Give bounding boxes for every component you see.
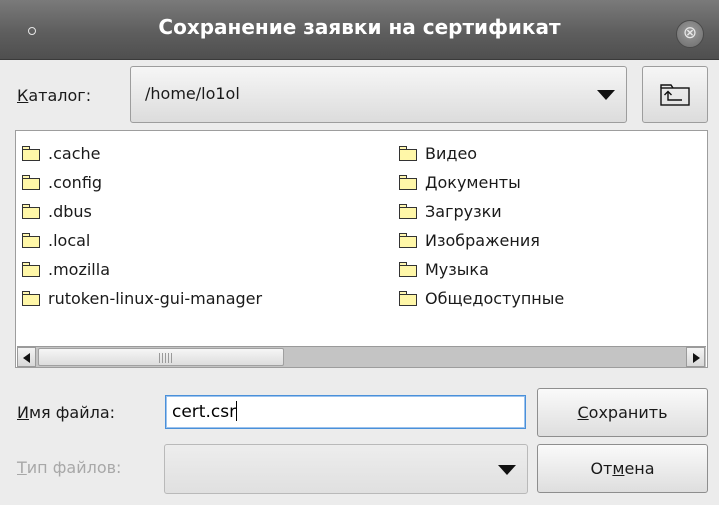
arrow-right-icon bbox=[693, 353, 700, 363]
folder-label-rest: аталог: bbox=[28, 86, 92, 105]
parent-folder-button[interactable] bbox=[642, 66, 708, 123]
list-item[interactable]: Видео bbox=[399, 142, 477, 164]
list-item[interactable]: Общедоступные bbox=[399, 287, 564, 309]
folder-icon bbox=[399, 145, 417, 161]
scroll-left-button[interactable] bbox=[17, 347, 36, 367]
window-menu-icon[interactable] bbox=[28, 27, 36, 35]
chevron-down-icon bbox=[498, 465, 516, 475]
filename-input[interactable]: cert.csr bbox=[165, 395, 526, 429]
file-name: .cache bbox=[48, 143, 101, 163]
file-name: Изображения bbox=[425, 230, 540, 250]
file-name: Общедоступные bbox=[425, 288, 565, 308]
file-name: Загрузки bbox=[425, 201, 502, 221]
filetype-combo[interactable] bbox=[164, 444, 528, 494]
filename-value: cert.csr bbox=[172, 402, 237, 422]
arrow-left-icon bbox=[23, 353, 30, 363]
folder-label-accel: К bbox=[17, 86, 29, 105]
folder-icon bbox=[22, 290, 40, 306]
file-name: .config bbox=[48, 172, 103, 192]
list-item[interactable]: Загрузки bbox=[399, 200, 502, 222]
folder-icon bbox=[22, 232, 40, 248]
title-bar[interactable]: Сохранение заявки на сертификат ⊗ bbox=[0, 0, 719, 60]
filename-label: Имя файла: bbox=[17, 403, 115, 422]
folder-icon bbox=[399, 261, 417, 277]
scroll-thumb[interactable] bbox=[38, 348, 284, 366]
horizontal-scrollbar[interactable] bbox=[17, 346, 706, 367]
save-rest: охранить bbox=[588, 403, 668, 422]
file-name: .dbus bbox=[48, 201, 92, 221]
filetype-label-accel: Т bbox=[17, 458, 27, 477]
list-item[interactable]: Музыка bbox=[399, 258, 489, 280]
file-name: Документы bbox=[425, 172, 521, 192]
list-item[interactable]: .dbus bbox=[22, 200, 92, 222]
folder-icon bbox=[399, 232, 417, 248]
file-name: rutoken-linux-gui-manager bbox=[48, 288, 263, 308]
filename-label-accel: И bbox=[17, 403, 29, 422]
list-item[interactable]: Изображения bbox=[399, 229, 540, 251]
save-accel: С bbox=[577, 403, 589, 422]
grip-icon bbox=[159, 353, 173, 363]
list-item[interactable]: .mozilla bbox=[22, 258, 110, 280]
cancel-pre: От bbox=[590, 459, 613, 478]
folder-icon bbox=[399, 290, 417, 306]
cancel-accel: м bbox=[612, 459, 625, 478]
list-item[interactable]: rutoken-linux-gui-manager bbox=[22, 287, 262, 309]
folder-up-icon bbox=[660, 84, 690, 106]
window-title: Сохранение заявки на сертификат bbox=[158, 15, 561, 39]
list-item[interactable]: .config bbox=[22, 171, 102, 193]
cancel-button[interactable]: Отмена bbox=[537, 444, 708, 493]
file-list[interactable]: .cache .config .dbus .local .mozilla rut… bbox=[15, 130, 708, 368]
filetype-label: Тип файлов: bbox=[17, 458, 121, 477]
folder-icon bbox=[399, 174, 417, 190]
filetype-label-rest: ип файлов: bbox=[26, 458, 122, 477]
cancel-post: ена bbox=[624, 459, 655, 478]
list-item[interactable]: Документы bbox=[399, 171, 521, 193]
folder-label: Каталог: bbox=[17, 86, 91, 105]
folder-icon bbox=[399, 203, 417, 219]
list-item[interactable]: .cache bbox=[22, 142, 100, 164]
folder-icon bbox=[22, 261, 40, 277]
filename-label-rest: мя файла: bbox=[28, 403, 116, 422]
folder-icon bbox=[22, 174, 40, 190]
folder-path: /home/lo1ol bbox=[145, 84, 240, 103]
save-button[interactable]: Сохранить bbox=[537, 388, 708, 437]
save-dialog: Сохранение заявки на сертификат ⊗ Катало… bbox=[0, 0, 719, 505]
scroll-right-button[interactable] bbox=[686, 347, 705, 367]
file-name: Музыка bbox=[425, 259, 489, 279]
file-name: .local bbox=[48, 230, 91, 250]
list-item[interactable]: .local bbox=[22, 229, 90, 251]
text-caret bbox=[236, 401, 238, 421]
file-name: Видео bbox=[425, 143, 478, 163]
folder-icon bbox=[22, 203, 40, 219]
file-name: .mozilla bbox=[48, 259, 110, 279]
close-icon[interactable]: ⊗ bbox=[676, 20, 704, 48]
chevron-down-icon bbox=[597, 90, 615, 100]
folder-icon bbox=[22, 145, 40, 161]
folder-combo[interactable]: /home/lo1ol bbox=[130, 66, 627, 123]
